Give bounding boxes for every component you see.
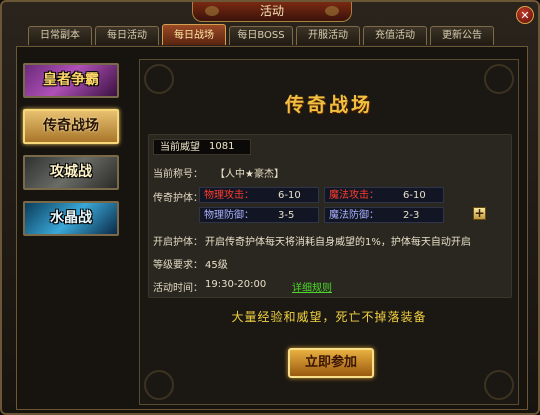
detailed-rules-link[interactable]: 详细规则	[292, 279, 332, 294]
battlefield-panel: 传奇战场 当前威望 1081 当前称号： 【人中★豪杰】 传奇护体： 物理攻击：…	[139, 59, 519, 405]
sidebar-item-king-contest[interactable]: 皇者争霸	[23, 63, 119, 98]
magic-attack-value: 6-10	[403, 190, 426, 201]
tab-daily-activity[interactable]: 每日活动	[95, 26, 159, 45]
window-title-bar: 活动	[192, 2, 352, 22]
magic-attack-name: 魔法攻击：	[329, 190, 379, 201]
enable-guard-label: 开启护体：	[153, 237, 203, 248]
reward-slogan: 大量经验和威望，死亡不掉落装备	[231, 310, 427, 324]
corner-ornament	[144, 370, 174, 400]
add-guard-button[interactable]: +	[473, 207, 486, 220]
sidebar-item-label: 攻城战	[50, 164, 92, 180]
close-icon: ✕	[520, 9, 530, 22]
sidebar-item-siege-war[interactable]: 攻城战	[23, 155, 119, 190]
phys-attack-value: 6-10	[278, 190, 301, 201]
info-box: 当前威望 1081 当前称号： 【人中★豪杰】 传奇护体： 物理攻击： 6-10…	[148, 134, 512, 298]
activity-window: 活动 ✕ 日常副本 每日活动 每日战场 每日BOSS 开服活动 充值活动 更新公…	[0, 0, 540, 415]
prestige-label: 当前威望	[153, 139, 251, 155]
tab-update-notice[interactable]: 更新公告	[430, 26, 494, 45]
tab-daily-boss[interactable]: 每日BOSS	[229, 26, 293, 45]
phys-defense-name: 物理防御：	[204, 210, 254, 221]
activity-time-value: 19:30-20:00	[205, 279, 267, 290]
sidebar-item-legend-battlefield[interactable]: 传奇战场	[23, 109, 119, 144]
sidebar-item-label: 皇者争霸	[43, 72, 99, 88]
content-area: 皇者争霸 传奇战场 攻城战 水晶战 传奇战场 当前威望 1081 当前称号： 【	[16, 46, 528, 410]
tab-recharge-activity[interactable]: 充值活动	[363, 26, 427, 45]
plus-icon: +	[474, 206, 485, 220]
join-now-button[interactable]: 立即参加	[288, 348, 374, 378]
phys-attack-name: 物理攻击：	[204, 190, 254, 201]
activity-time-label: 活动时间：	[153, 283, 203, 294]
sidebar-item-crystal-war[interactable]: 水晶战	[23, 201, 119, 236]
tab-daily-dungeon[interactable]: 日常副本	[28, 26, 92, 45]
panel-title: 传奇战场	[284, 94, 373, 116]
sidebar-item-label: 水晶战	[50, 210, 92, 226]
tab-daily-battlefield[interactable]: 每日战场	[162, 24, 226, 45]
prestige-value: 1081	[209, 141, 235, 152]
window-title: 活动	[259, 4, 284, 18]
level-requirement-label: 等级要求：	[153, 260, 203, 271]
enable-guard-desc: 开启传奇护体每天将消耗自身威望的1%，护体每天自动开启	[205, 237, 471, 248]
tab-server-open-activity[interactable]: 开服活动	[296, 26, 360, 45]
legend-guard-label: 传奇护体：	[153, 193, 203, 204]
sidebar-item-label: 传奇战场	[43, 118, 99, 134]
title-ornament-left	[205, 6, 219, 16]
magic-attack-cell: 魔法攻击： 6-10	[324, 187, 444, 203]
phys-defense-cell: 物理防御： 3-5	[199, 207, 319, 223]
close-button[interactable]: ✕	[516, 6, 534, 24]
current-title-label: 当前称号：	[153, 169, 203, 180]
corner-ornament	[484, 370, 514, 400]
magic-defense-name: 魔法防御：	[329, 210, 379, 221]
phys-attack-cell: 物理攻击： 6-10	[199, 187, 319, 203]
level-requirement-value: 45级	[205, 260, 228, 271]
current-title-value: 【人中★豪杰】	[215, 169, 284, 180]
magic-defense-cell: 魔法防御： 2-3	[324, 207, 444, 223]
title-ornament-right	[325, 6, 339, 16]
phys-defense-value: 3-5	[278, 210, 295, 221]
magic-defense-value: 2-3	[403, 210, 420, 221]
